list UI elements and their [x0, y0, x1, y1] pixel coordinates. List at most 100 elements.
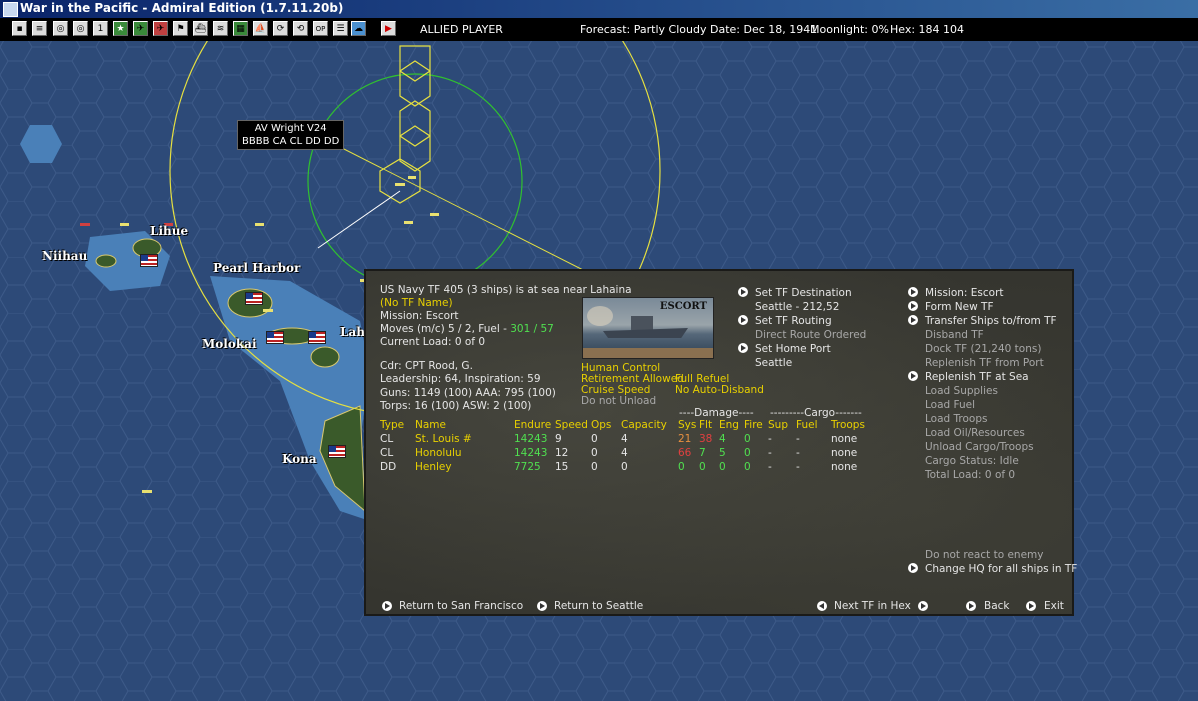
- us-flag-icon[interactable]: [245, 292, 263, 305]
- us-flag-icon[interactable]: [308, 331, 326, 344]
- do-not-unload-toggle[interactable]: Do not Unload: [581, 395, 656, 408]
- set-tf-routing[interactable]: Set TF Routing: [755, 315, 832, 328]
- toolbar-weather-icon[interactable]: ☁: [351, 21, 366, 36]
- col-fire: Fire: [744, 419, 763, 431]
- row-ship-name[interactable]: Henley: [415, 461, 452, 474]
- form-new-tf-arrow-icon[interactable]: [908, 301, 918, 311]
- toolbar-convoy-icon[interactable]: ⛵: [253, 21, 268, 36]
- col-sup: Sup: [768, 419, 788, 431]
- return-to-seattle[interactable]: Return to Seattle: [554, 600, 643, 613]
- toolbar-list-icon[interactable]: ☰: [333, 21, 348, 36]
- back-button[interactable]: Back: [984, 600, 1010, 613]
- mission-command[interactable]: Mission: Escort: [925, 287, 1004, 300]
- forecast-label: Forecast: Partly Cloudy: [580, 23, 707, 36]
- toolbar-button-3-icon[interactable]: ◎: [53, 21, 68, 36]
- dock-tf: Dock TF (21,240 tons): [925, 343, 1042, 355]
- row-eng: 4: [719, 433, 726, 445]
- cargo-status: Cargo Status: Idle: [925, 455, 1019, 467]
- superstructure-graphic: [631, 316, 653, 330]
- row-ship-name[interactable]: St. Louis #: [415, 433, 472, 446]
- toolbar-ships-icon[interactable]: ≋: [213, 21, 228, 36]
- transfer-ships[interactable]: Transfer Ships to/from TF: [925, 315, 1057, 328]
- set-tf-destination[interactable]: Set TF Destination: [755, 287, 852, 300]
- back-arrow-icon[interactable]: [966, 601, 976, 611]
- load-troops: Load Troops: [925, 413, 988, 425]
- toolbar-op-icon[interactable]: OP: [313, 21, 328, 36]
- transfer-ships-arrow-icon[interactable]: [908, 315, 918, 325]
- return-to-san-francisco[interactable]: Return to San Francisco: [399, 600, 523, 613]
- toolbar-button-1-icon[interactable]: ▪: [12, 21, 27, 36]
- total-load: Total Load: 0 of 0: [925, 469, 1016, 481]
- row-capacity: 4: [621, 447, 628, 459]
- row-fire: 0: [744, 447, 751, 459]
- ship-image-banner: [583, 348, 713, 358]
- destination-value: Seattle - 212,52: [755, 301, 840, 313]
- set-home-port-arrow-icon[interactable]: [738, 343, 748, 353]
- row-flt: 0: [699, 461, 706, 473]
- tf-torps: Torps: 16 (100) ASW: 2 (100): [380, 400, 532, 412]
- hull-graphic: [603, 328, 688, 338]
- toolbar-button-4-icon[interactable]: ◎: [73, 21, 88, 36]
- niihau-island: [95, 254, 117, 268]
- unload-cargo: Unload Cargo/Troops: [925, 441, 1034, 453]
- end-turn-icon[interactable]: ▶: [381, 21, 396, 36]
- app-icon: [3, 2, 18, 17]
- row-type: CL: [380, 447, 394, 459]
- toolbar-button-5-icon[interactable]: 1: [93, 21, 108, 36]
- us-flag-icon[interactable]: [328, 445, 346, 458]
- toolbar-plane-red-icon[interactable]: ✈: [153, 21, 168, 36]
- row-type: CL: [380, 433, 394, 445]
- col-endure: Endure: [514, 419, 552, 431]
- row-ship-name[interactable]: Honolulu: [415, 447, 462, 460]
- tf-commander: Cdr: CPT Rood, G.: [380, 360, 473, 372]
- window-title: War in the Pacific - Admiral Edition (1.…: [20, 1, 344, 15]
- col-flt: Flt: [699, 419, 713, 431]
- player-label: ALLIED PLAYER: [420, 23, 503, 36]
- exit-arrow-icon[interactable]: [1026, 601, 1036, 611]
- toolbar-flag-icon[interactable]: ⚑: [173, 21, 188, 36]
- return-sf-arrow-icon[interactable]: [382, 601, 392, 611]
- toolbar-ship-icon[interactable]: ⛴: [193, 21, 208, 36]
- tf-leadership: Leadership: 64, Inspiration: 59: [380, 373, 541, 385]
- row-fire: 0: [744, 433, 751, 445]
- mission-arrow-icon[interactable]: [908, 287, 918, 297]
- exit-button[interactable]: Exit: [1044, 600, 1064, 613]
- row-eng: 0: [719, 461, 726, 473]
- toolbar-cycle2-icon[interactable]: ⟲: [293, 21, 308, 36]
- no-auto-disband-toggle[interactable]: No Auto-Disband: [675, 384, 764, 397]
- next-tf-arrow-icon[interactable]: [918, 601, 928, 611]
- toolbar-cycle-icon[interactable]: ⟳: [273, 21, 288, 36]
- toolbar-star-icon[interactable]: ★: [113, 21, 128, 36]
- row-endure: 7725: [514, 461, 541, 473]
- set-destination-arrow-icon[interactable]: [738, 287, 748, 297]
- row-ops: 0: [591, 447, 598, 459]
- col-sys: Sys: [678, 419, 697, 431]
- row-troops: none: [831, 447, 858, 459]
- moonlight-label: Moonlight: 0%: [810, 23, 889, 36]
- replenish-at-sea[interactable]: Replenish TF at Sea: [925, 371, 1029, 384]
- tf-name-link[interactable]: (No TF Name): [380, 297, 453, 310]
- set-routing-arrow-icon[interactable]: [738, 315, 748, 325]
- prev-tf-arrow-icon[interactable]: [817, 601, 827, 611]
- toolbar-button-2-icon[interactable]: ≡: [32, 21, 47, 36]
- row-ops: 0: [591, 461, 598, 473]
- toolbar-base-icon[interactable]: ▦: [233, 21, 248, 36]
- tf-moves-text: Moves (m/c) 5 / 2, Fuel -: [380, 323, 511, 335]
- disband-tf: Disband TF: [925, 329, 984, 341]
- us-flag-icon[interactable]: [266, 331, 284, 344]
- set-home-port[interactable]: Set Home Port: [755, 343, 831, 356]
- next-tf-in-hex[interactable]: Next TF in Hex: [834, 600, 911, 613]
- toolbar-plane-green-icon[interactable]: ✈: [133, 21, 148, 36]
- tf-current-load: Current Load: 0 of 0: [380, 336, 485, 348]
- change-hq[interactable]: Change HQ for all ships in TF: [925, 563, 1077, 576]
- replenish-at-sea-arrow-icon[interactable]: [908, 371, 918, 381]
- change-hq-arrow-icon[interactable]: [908, 563, 918, 573]
- date-label: Date: Dec 18, 1941: [710, 23, 818, 36]
- us-flag-icon[interactable]: [140, 254, 158, 267]
- form-new-tf[interactable]: Form New TF: [925, 301, 993, 314]
- hex-label: Hex: 184 104: [890, 23, 965, 36]
- return-seattle-arrow-icon[interactable]: [537, 601, 547, 611]
- tf-header: US Navy TF 405 (3 ships) is at sea near …: [380, 284, 632, 296]
- load-oil: Load Oil/Resources: [925, 427, 1025, 439]
- no-react-toggle[interactable]: Do not react to enemy: [925, 549, 1043, 562]
